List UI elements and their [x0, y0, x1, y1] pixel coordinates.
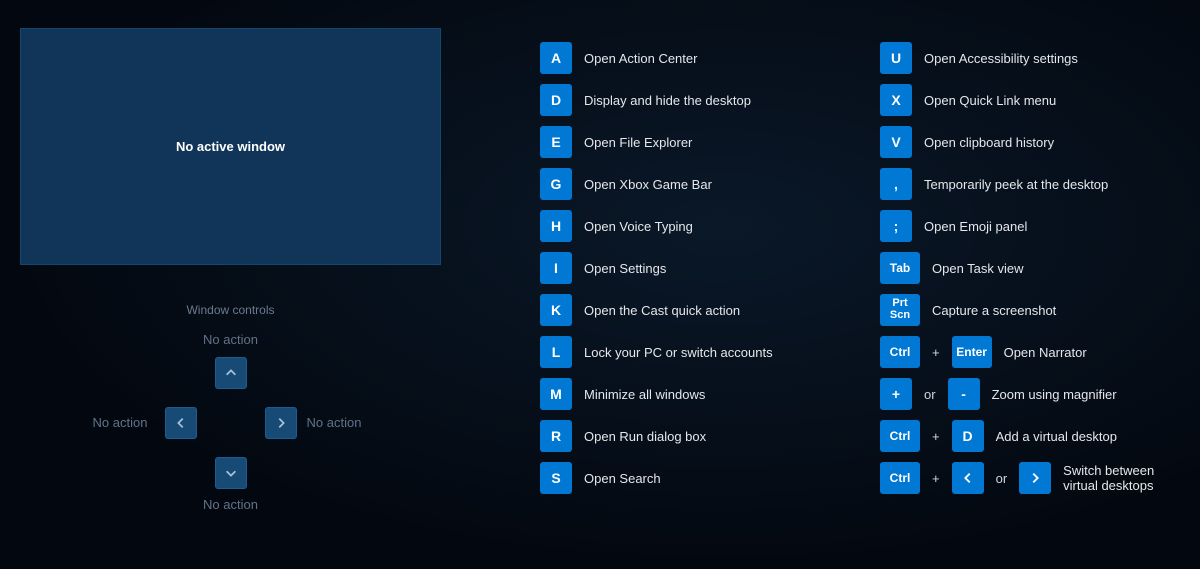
shortcut-row: A Open Action Center [540, 42, 840, 74]
keycap: E [540, 126, 572, 158]
shortcut-description: Display and hide the desktop [584, 93, 751, 108]
shortcut-row: D Display and hide the desktop [540, 84, 840, 116]
keycap: G [540, 168, 572, 200]
chevron-down-icon [224, 466, 238, 480]
keycap: D [952, 420, 984, 452]
keycap: K [540, 294, 572, 326]
shortcut-description: Open Quick Link menu [924, 93, 1056, 108]
shortcut-description: Open the Cast quick action [584, 303, 740, 318]
shortcut-row: R Open Run dialog box [540, 420, 840, 452]
keycap: H [540, 210, 572, 242]
shortcuts-column-2: U Open Accessibility settings X Open Quick … [880, 42, 1180, 549]
keycap: + [880, 378, 912, 410]
dpad-up-label: No action [203, 332, 258, 347]
keycap: , [880, 168, 912, 200]
shortcut-description: Open Emoji panel [924, 219, 1027, 234]
shortcut-description: Minimize all windows [584, 387, 705, 402]
keycap: L [540, 336, 572, 368]
shortcut-description: Zoom using magnifier [992, 387, 1117, 402]
shortcut-row: PrtScn Capture a screenshot [880, 294, 1180, 326]
keycap: Tab [880, 252, 920, 284]
chevron-right-icon [274, 416, 288, 430]
shortcuts-panel: A Open Action Center D Display and hide the… [460, 0, 1200, 569]
keycap: PrtScn [880, 294, 920, 326]
shortcut-description: Open Action Center [584, 51, 697, 66]
dpad-up-button[interactable] [215, 357, 247, 389]
keycap: Ctrl [880, 336, 920, 368]
chevron-left-icon [961, 471, 975, 485]
keycap: S [540, 462, 572, 494]
key-connector: + [932, 471, 940, 486]
keycap: ; [880, 210, 912, 242]
keycap: A [540, 42, 572, 74]
shortcut-description: Open Search [584, 471, 661, 486]
keycap-arrow-right [1019, 462, 1051, 494]
shortcut-row: Ctrl + D Add a virtual desktop [880, 420, 1180, 452]
shortcut-row: I Open Settings [540, 252, 840, 284]
shortcut-description: Open Narrator [1004, 345, 1087, 360]
keycap: U [880, 42, 912, 74]
key-connector: + [932, 345, 940, 360]
preview-window: No active window [20, 28, 441, 265]
dpad-left-button[interactable] [165, 407, 197, 439]
window-controls-title: Window controls [20, 303, 441, 317]
window-controls-section: Window controls No action No action No a… [20, 303, 441, 537]
keycap: Enter [952, 336, 992, 368]
shortcut-row: H Open Voice Typing [540, 210, 840, 242]
shortcut-row: + or-Zoom using magnifier [880, 378, 1180, 410]
keycap: D [540, 84, 572, 116]
dpad-right-button[interactable] [265, 407, 297, 439]
shortcut-row: Tab Open Task view [880, 252, 1180, 284]
chevron-up-icon [224, 366, 238, 380]
preview-text: No active window [176, 139, 285, 154]
dpad-down-button[interactable] [215, 457, 247, 489]
shortcut-row: S Open Search [540, 462, 840, 494]
shortcut-description: Temporarily peek at the desktop [924, 177, 1108, 192]
shortcut-description: Open Accessibility settings [924, 51, 1078, 66]
shortcut-description: Open Run dialog box [584, 429, 706, 444]
shortcut-row: V Open clipboard history [880, 126, 1180, 158]
shortcut-row: Ctrl + or Switch between virtual desktops [880, 462, 1180, 494]
shortcut-row: Ctrl + Enter Open Narrator [880, 336, 1180, 368]
keycap: X [880, 84, 912, 116]
shortcut-description: Switch between virtual desktops [1063, 463, 1180, 493]
dpad: No action No action No action No action [111, 337, 351, 537]
key-connector: or [924, 387, 936, 402]
dpad-right-label: No action [307, 415, 362, 430]
dpad-left-label: No action [93, 415, 148, 430]
shortcut-description: Open File Explorer [584, 135, 692, 150]
shortcut-description: Capture a screenshot [932, 303, 1056, 318]
keycap: Ctrl [880, 462, 920, 494]
shortcut-row: M Minimize all windows [540, 378, 840, 410]
shortcut-row: ; Open Emoji panel [880, 210, 1180, 242]
shortcut-description: Open Voice Typing [584, 219, 693, 234]
shortcut-row: E Open File Explorer [540, 126, 840, 158]
shortcut-description: Open clipboard history [924, 135, 1054, 150]
keycap: I [540, 252, 572, 284]
chevron-right-icon [1028, 471, 1042, 485]
shortcut-description: Add a virtual desktop [996, 429, 1117, 444]
keycap-arrow-left [952, 462, 984, 494]
keycap: M [540, 378, 572, 410]
shortcut-row: G Open Xbox Game Bar [540, 168, 840, 200]
key-connector: or [996, 471, 1008, 486]
shortcut-description: Lock your PC or switch accounts [584, 345, 773, 360]
chevron-left-icon [174, 416, 188, 430]
shortcut-row: , Temporarily peek at the desktop [880, 168, 1180, 200]
shortcuts-column-1: A Open Action Center D Display and hide the… [540, 42, 840, 549]
shortcut-row: K Open the Cast quick action [540, 294, 840, 326]
shortcut-description: Open Task view [932, 261, 1024, 276]
keycap: R [540, 420, 572, 452]
dpad-down-label: No action [203, 497, 258, 512]
key-connector: + [932, 429, 940, 444]
keycap: Ctrl [880, 420, 920, 452]
shortcut-row: U Open Accessibility settings [880, 42, 1180, 74]
shortcut-row: X Open Quick Link menu [880, 84, 1180, 116]
shortcut-row: L Lock your PC or switch accounts [540, 336, 840, 368]
keycap: V [880, 126, 912, 158]
shortcut-description: Open Settings [584, 261, 666, 276]
keycap: - [948, 378, 980, 410]
shortcut-description: Open Xbox Game Bar [584, 177, 712, 192]
